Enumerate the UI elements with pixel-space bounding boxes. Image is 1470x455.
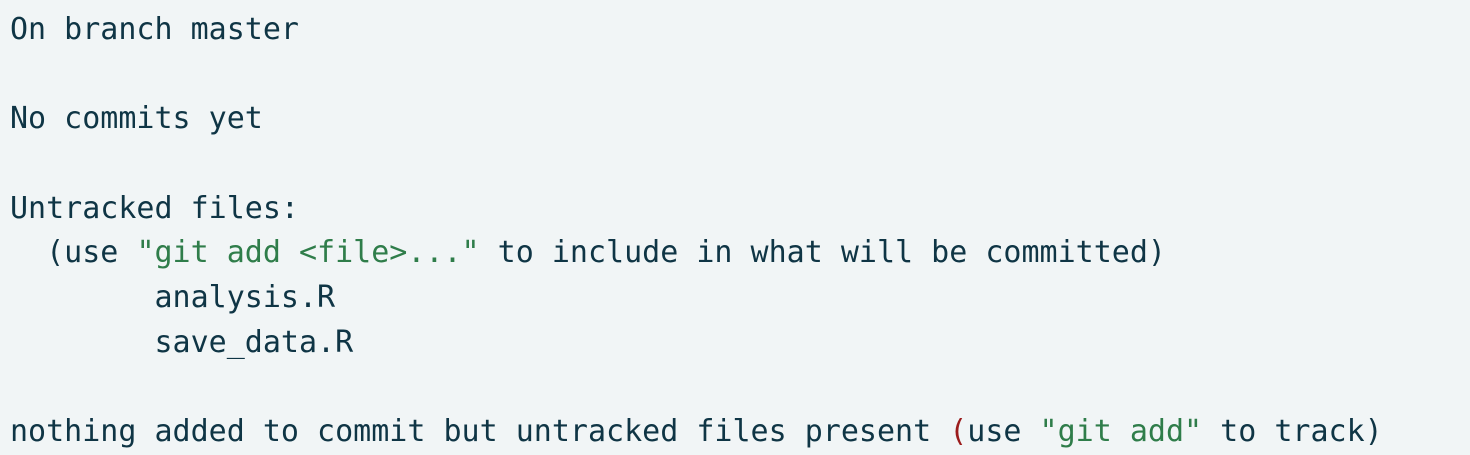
file-name: save_data.R xyxy=(154,324,354,360)
untracked-file-item: analysis.R xyxy=(10,276,1470,321)
summary-prefix: nothing added to commit but untracked fi… xyxy=(10,414,950,450)
file-name: analysis.R xyxy=(154,280,336,316)
summary-paren-open: ( xyxy=(949,414,968,450)
hint-rest: to include in what will be committed) xyxy=(479,235,1166,271)
file-indent xyxy=(10,325,155,360)
summary-rest: to track) xyxy=(1202,414,1383,450)
terminal-output: On branch master No commits yet Untracke… xyxy=(0,0,1470,454)
git-add-hint-line: (use "git add <file>..." to include in w… xyxy=(10,231,1470,276)
summary-command: "git add" xyxy=(1039,414,1203,450)
summary-line: nothing added to commit but untracked fi… xyxy=(10,410,1470,455)
hint-open: (use xyxy=(46,235,137,271)
hint-command: "git add <file>..." xyxy=(136,235,480,271)
no-commits-line: No commits yet xyxy=(10,101,263,137)
file-indent xyxy=(10,280,155,315)
untracked-file-item: save_data.R xyxy=(10,321,1470,366)
branch-line: On branch master xyxy=(10,12,299,47)
untracked-files-header: Untracked files: xyxy=(10,190,299,226)
hint-indent xyxy=(10,235,46,270)
summary-use: use xyxy=(967,414,1040,450)
